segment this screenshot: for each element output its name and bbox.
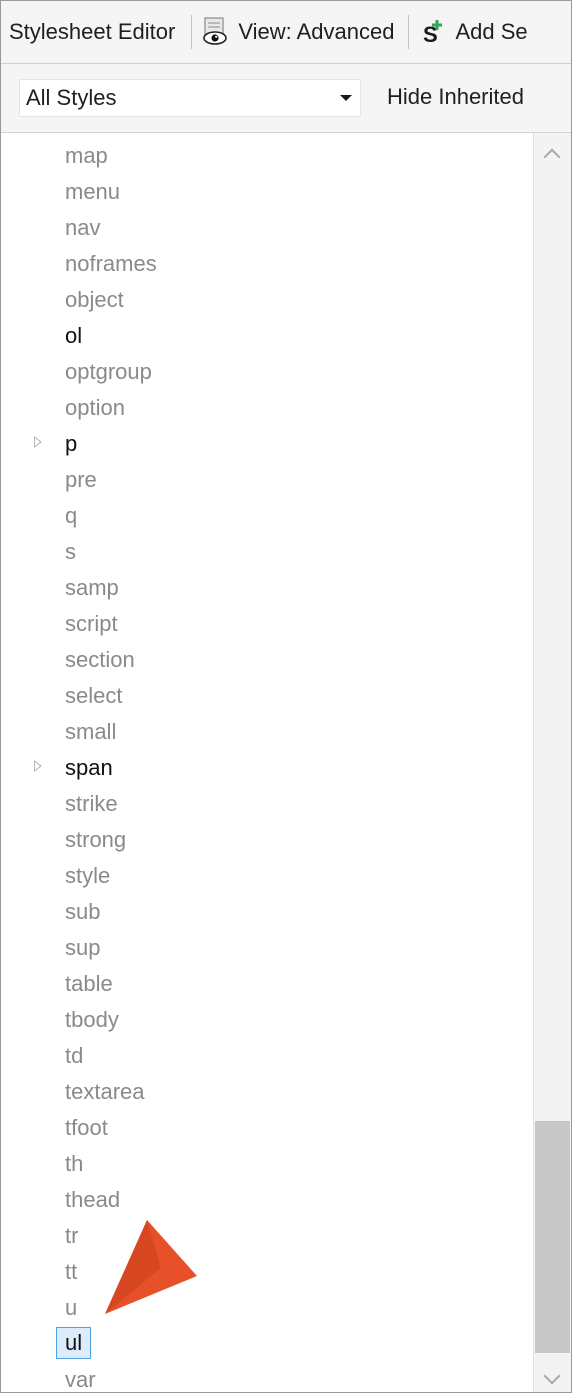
list-item[interactable]: tfoot xyxy=(1,1111,533,1145)
list-item[interactable]: noframes xyxy=(1,247,533,281)
styles-filter-value: All Styles xyxy=(26,85,117,110)
stylesheet-editor-window: Stylesheet Editor View: Advanced S Add S… xyxy=(0,0,572,1393)
list-item[interactable]: sub xyxy=(1,895,533,929)
list-item[interactable]: object xyxy=(1,283,533,317)
list-item-label: td xyxy=(65,1043,84,1068)
add-selector-button[interactable]: S Add Se xyxy=(415,17,535,47)
list-item[interactable]: sup xyxy=(1,931,533,965)
view-advanced-button[interactable]: View: Advanced xyxy=(198,17,402,47)
toolbar: Stylesheet Editor View: Advanced S Add S… xyxy=(1,1,571,64)
list-item[interactable]: td xyxy=(1,1039,533,1073)
list-item-label: pre xyxy=(65,467,97,492)
list-item-label: span xyxy=(65,755,113,780)
list-item-label: ol xyxy=(65,323,83,348)
list-item-label: noframes xyxy=(65,251,157,276)
list-item[interactable]: select xyxy=(1,679,533,713)
list-item[interactable]: optgroup xyxy=(1,355,533,389)
callout-arrow-icon xyxy=(105,1220,197,1314)
list-item-selected[interactable]: ul xyxy=(1,1327,533,1361)
list-item-label: style xyxy=(65,863,111,888)
list-item-label: s xyxy=(65,539,76,564)
list-item[interactable]: style xyxy=(1,859,533,893)
list-item-label: optgroup xyxy=(65,359,152,384)
list-item[interactable]: tr xyxy=(1,1219,533,1253)
list-item[interactable]: tt xyxy=(1,1255,533,1289)
list-item[interactable]: ol xyxy=(1,319,533,353)
list-item[interactable]: strong xyxy=(1,823,533,857)
list-item-label: menu xyxy=(65,179,121,204)
toolbar-separator xyxy=(408,15,410,49)
list-item[interactable]: table xyxy=(1,967,533,1001)
list-item-label: textarea xyxy=(65,1079,145,1104)
list-item[interactable]: q xyxy=(1,499,533,533)
list-item[interactable]: textarea xyxy=(1,1075,533,1109)
list-item-label: script xyxy=(65,611,118,636)
list-item-label: tr xyxy=(65,1223,79,1248)
expand-triangle-icon[interactable] xyxy=(34,436,42,448)
list-item[interactable]: strike xyxy=(1,787,533,821)
list-item[interactable]: thead xyxy=(1,1183,533,1217)
list-item[interactable]: var xyxy=(1,1363,533,1392)
list-item-label: p xyxy=(65,431,78,456)
vertical-scrollbar[interactable] xyxy=(533,133,571,1392)
list-item-label: table xyxy=(65,971,113,996)
toolbar-separator xyxy=(191,15,193,49)
list-item[interactable]: section xyxy=(1,643,533,677)
eye-icon xyxy=(202,17,228,47)
list-item[interactable]: map xyxy=(1,139,533,173)
scroll-down-icon[interactable] xyxy=(543,1367,561,1385)
list-item[interactable]: u xyxy=(1,1291,533,1325)
list-item[interactable]: option xyxy=(1,391,533,425)
dropdown-arrow-icon xyxy=(340,95,352,101)
list-item[interactable]: p xyxy=(1,427,533,461)
list-item-label: tt xyxy=(65,1259,78,1284)
list-item-label: thead xyxy=(65,1187,121,1212)
toolbar-title: Stylesheet Editor xyxy=(9,19,176,44)
add-selector-icon: S xyxy=(419,17,445,47)
hide-inherited-button[interactable]: Hide Inherited xyxy=(387,79,524,115)
scroll-up-icon[interactable] xyxy=(543,148,561,166)
list-item[interactable]: th xyxy=(1,1147,533,1181)
list-item[interactable]: samp xyxy=(1,571,533,605)
list-item-label: u xyxy=(65,1295,78,1320)
list-item-label: section xyxy=(65,647,135,672)
styles-filter-dropdown[interactable]: All Styles xyxy=(19,79,361,117)
list-item-label: th xyxy=(65,1151,84,1176)
list-item-label: ul xyxy=(56,1327,92,1359)
list-item-label: q xyxy=(65,503,78,528)
list-item-label: option xyxy=(65,395,125,420)
view-advanced-label: View: Advanced xyxy=(238,19,395,44)
scrollbar-thumb[interactable] xyxy=(535,1121,570,1353)
list-item-label: sup xyxy=(65,935,101,960)
list-item-label: tbody xyxy=(65,1007,119,1032)
list-item-label: small xyxy=(65,719,117,744)
list-item[interactable]: tbody xyxy=(1,1003,533,1037)
list-item-label: strike xyxy=(65,791,118,816)
list-item-label: sub xyxy=(65,899,101,924)
list-item[interactable]: pre xyxy=(1,463,533,497)
list-item-label: strong xyxy=(65,827,127,852)
list-item[interactable]: span xyxy=(1,751,533,785)
list-item-label: object xyxy=(65,287,124,312)
list-item[interactable]: nav xyxy=(1,211,533,245)
list-item[interactable]: s xyxy=(1,535,533,569)
list-item-label: samp xyxy=(65,575,119,600)
expand-triangle-icon[interactable] xyxy=(34,760,42,772)
list-item-label: var xyxy=(65,1367,96,1392)
list-item-label: tfoot xyxy=(65,1115,108,1140)
filter-bar: All Styles Hide Inherited xyxy=(1,64,571,133)
list-item[interactable]: small xyxy=(1,715,533,749)
list-item-label: map xyxy=(65,143,108,168)
list-item[interactable]: script xyxy=(1,607,533,641)
list-item[interactable]: menu xyxy=(1,175,533,209)
add-selector-label: Add Se xyxy=(455,19,528,44)
list-item-label: select xyxy=(65,683,123,708)
style-list: map menu nav noframes object ol optgroup option… xyxy=(1,133,533,1392)
list-item-label: nav xyxy=(65,215,101,240)
